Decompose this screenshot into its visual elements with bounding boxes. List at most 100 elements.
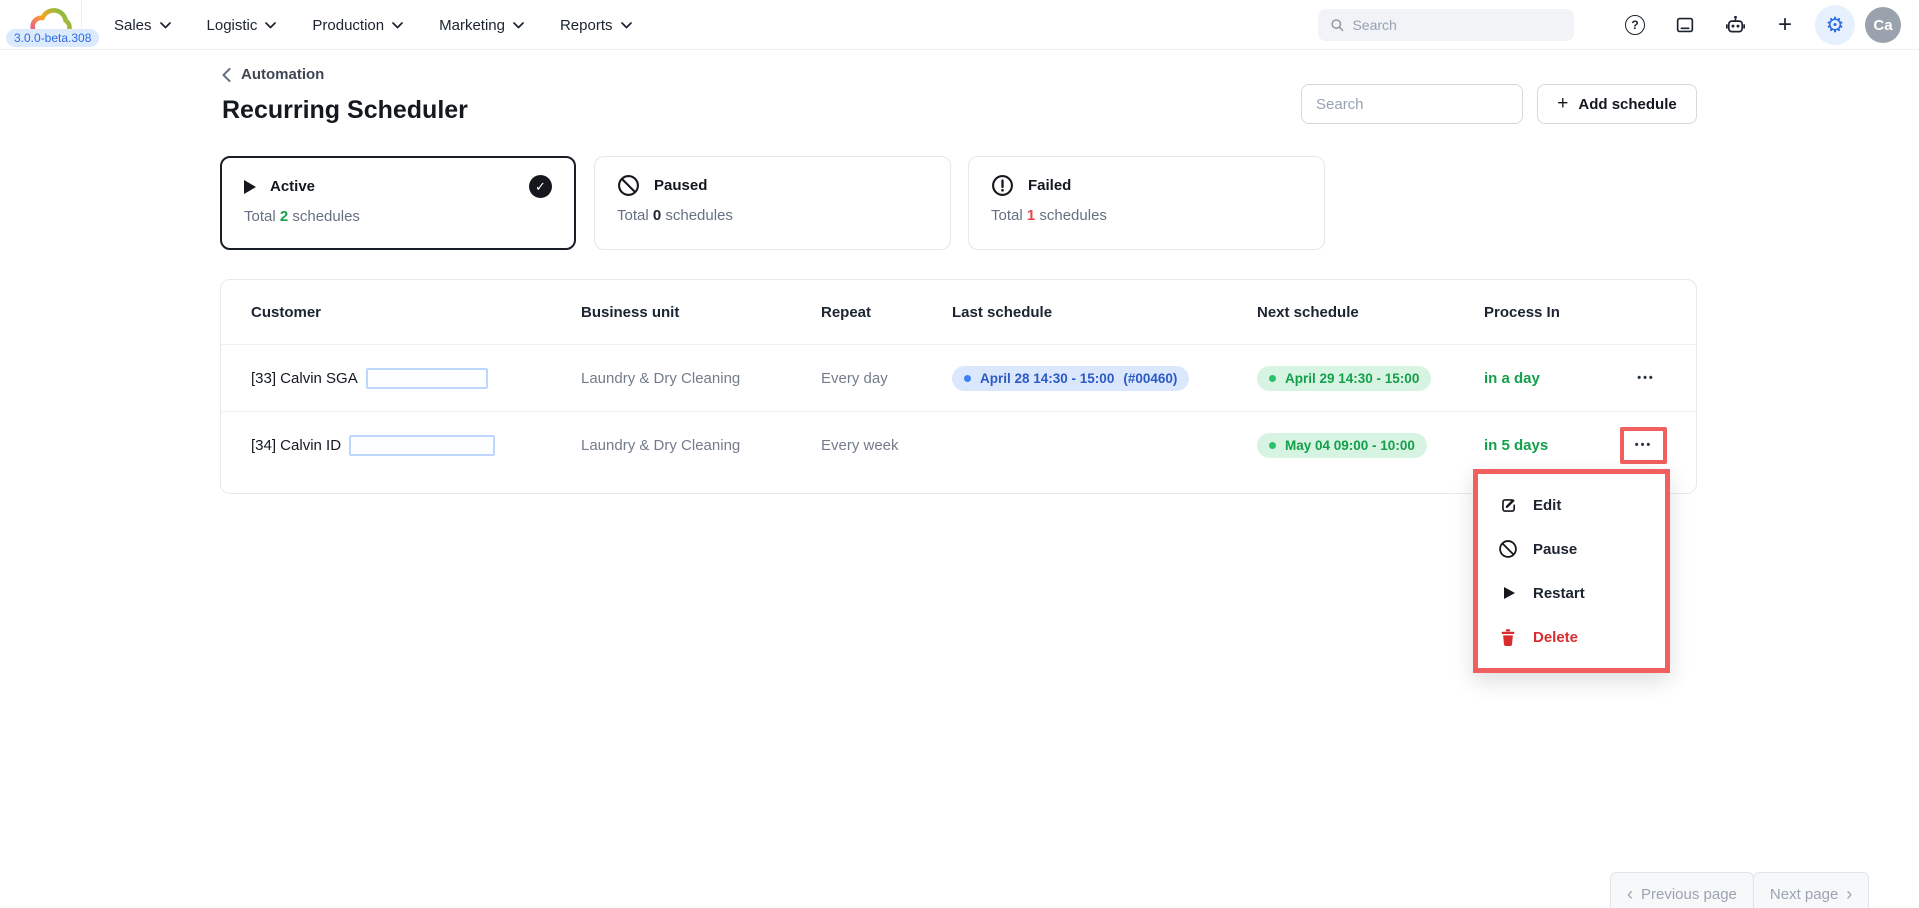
schedules-table: Customer Business unit Repeat Last sched… bbox=[220, 279, 1697, 494]
breadcrumb[interactable]: Automation bbox=[222, 66, 324, 83]
nav-item-label: Sales bbox=[114, 16, 152, 34]
green-dot-icon bbox=[1269, 374, 1276, 382]
next-schedule-cell: April 29 14:30 - 15:00 bbox=[1257, 365, 1484, 391]
row-actions-button[interactable]: ••• bbox=[1626, 431, 1662, 459]
business-unit-cell: Laundry & Dry Cleaning bbox=[581, 369, 741, 387]
repeat-cell: Every day bbox=[821, 369, 888, 387]
menu-item-delete[interactable]: Delete bbox=[1478, 615, 1665, 659]
green-dot-icon bbox=[1269, 441, 1276, 449]
help-button[interactable]: ? bbox=[1615, 5, 1655, 45]
menu-item-pause[interactable]: Pause bbox=[1478, 527, 1665, 571]
customer-cell: [34] Calvin ID bbox=[251, 434, 581, 456]
last-schedule-time: April 28 14:30 - 15:00 bbox=[980, 370, 1115, 386]
chevron-down-icon bbox=[513, 21, 524, 28]
customer-name: [33] Calvin SGA bbox=[251, 369, 358, 387]
nav-item-label: Production bbox=[312, 16, 385, 34]
status-card-paused[interactable]: Paused Total 0 schedules bbox=[594, 156, 951, 250]
nav-item-sales[interactable]: Sales bbox=[100, 11, 185, 40]
repeat-cell: Every week bbox=[821, 436, 899, 454]
edit-icon bbox=[1498, 495, 1518, 515]
menu-item-restart[interactable]: Restart bbox=[1478, 571, 1665, 615]
topbar-actions: ? + ⚙ Ca bbox=[1615, 0, 1901, 50]
table-row: [34] Calvin ID Laundry & Dry Cleaning Ev… bbox=[221, 411, 1696, 478]
annotation-highlight-box: ••• bbox=[1620, 426, 1667, 464]
assistant-button[interactable] bbox=[1715, 5, 1755, 45]
last-schedule-ref: (#00460) bbox=[1123, 370, 1178, 386]
col-last-schedule: Last schedule bbox=[952, 303, 1053, 321]
add-schedule-button[interactable]: + Add schedule bbox=[1537, 84, 1697, 124]
status-card-total: Total 2 schedules bbox=[244, 208, 360, 225]
app-screen: 3.0.0-beta.308 Sales Logistic Production… bbox=[0, 0, 1919, 908]
main-nav: Sales Logistic Production Marketing Repo… bbox=[100, 0, 646, 50]
version-badge: 3.0.0-beta.308 bbox=[6, 29, 100, 47]
status-card-failed[interactable]: Failed Total 1 schedules bbox=[968, 156, 1325, 250]
chevron-down-icon bbox=[265, 21, 277, 28]
last-schedule-badge[interactable]: April 28 14:30 - 15:00 (#00460) bbox=[952, 365, 1190, 391]
user-avatar[interactable]: Ca bbox=[1865, 7, 1901, 43]
next-page-label: Next page bbox=[1769, 885, 1839, 903]
quick-add-button[interactable]: + bbox=[1765, 5, 1805, 45]
settings-button[interactable]: ⚙ bbox=[1815, 5, 1855, 45]
check-circle-icon: ✓ bbox=[529, 175, 552, 198]
previous-page-button[interactable]: ‹ Previous page bbox=[1610, 872, 1754, 908]
chevron-down-icon bbox=[159, 21, 171, 28]
col-customer: Customer bbox=[251, 303, 322, 321]
global-search[interactable] bbox=[1318, 9, 1574, 41]
nav-item-label: Logistic bbox=[206, 16, 258, 34]
trash-icon bbox=[1498, 627, 1518, 647]
process-in-cell: in 5 days bbox=[1484, 436, 1549, 454]
menu-item-label: Restart bbox=[1533, 584, 1585, 602]
next-schedule-cell: May 04 09:00 - 10:00 bbox=[1257, 432, 1484, 458]
status-card-label: Failed bbox=[1028, 177, 1072, 194]
previous-page-label: Previous page bbox=[1641, 885, 1737, 903]
business-unit-cell: Laundry & Dry Cleaning bbox=[581, 436, 741, 454]
restart-play-icon bbox=[1498, 583, 1518, 603]
top-navigation-bar: 3.0.0-beta.308 Sales Logistic Production… bbox=[0, 0, 1919, 50]
plus-icon: + bbox=[1777, 11, 1792, 38]
chevron-down-icon bbox=[392, 21, 403, 28]
schedule-search-input[interactable] bbox=[1316, 95, 1508, 113]
menu-item-label: Pause bbox=[1533, 540, 1578, 558]
nav-item-reports[interactable]: Reports bbox=[546, 11, 646, 40]
chevron-left-icon: ‹ bbox=[1627, 884, 1633, 904]
menu-item-label: Delete bbox=[1533, 628, 1579, 646]
redacted-field bbox=[349, 434, 496, 456]
help-icon: ? bbox=[1625, 15, 1645, 35]
chevron-right-icon: › bbox=[1846, 884, 1853, 904]
nav-item-marketing[interactable]: Marketing bbox=[425, 11, 538, 40]
pause-prohibited-icon bbox=[1498, 539, 1518, 559]
device-button[interactable] bbox=[1665, 5, 1705, 45]
schedule-search[interactable] bbox=[1301, 84, 1523, 124]
next-schedule-badge: April 29 14:30 - 15:00 bbox=[1257, 365, 1432, 391]
next-schedule-badge: May 04 09:00 - 10:00 bbox=[1257, 432, 1427, 458]
play-icon bbox=[244, 179, 256, 194]
process-in-cell: in a day bbox=[1484, 369, 1540, 387]
status-card-active[interactable]: Active ✓ Total 2 schedules bbox=[220, 156, 576, 250]
col-repeat: Repeat bbox=[821, 303, 872, 321]
next-page-button[interactable]: Next page › bbox=[1752, 872, 1870, 908]
row-actions-button[interactable]: ••• bbox=[1628, 364, 1664, 392]
nav-item-logistic[interactable]: Logistic bbox=[193, 11, 291, 40]
pagination: ‹ Previous page Next page › bbox=[1610, 872, 1870, 908]
paused-count: 0 bbox=[652, 207, 662, 224]
prohibited-icon bbox=[618, 175, 639, 196]
global-search-input[interactable] bbox=[1352, 17, 1562, 33]
status-card-label: Active bbox=[270, 178, 316, 195]
last-schedule-cell: April 28 14:30 - 15:00 (#00460) bbox=[952, 365, 1257, 391]
page-title: Recurring Scheduler bbox=[222, 96, 468, 124]
redacted-field bbox=[365, 367, 488, 389]
breadcrumb-label: Automation bbox=[241, 66, 325, 83]
status-card-total: Total 1 schedules bbox=[991, 207, 1107, 224]
alert-circle-icon bbox=[992, 175, 1013, 196]
col-process-in: Process In bbox=[1484, 303, 1560, 321]
nav-item-label: Reports bbox=[559, 16, 613, 34]
col-next-schedule: Next schedule bbox=[1257, 303, 1359, 321]
menu-item-edit[interactable]: Edit bbox=[1478, 483, 1665, 527]
next-schedule-time: May 04 09:00 - 10:00 bbox=[1285, 437, 1415, 453]
plus-icon: + bbox=[1557, 93, 1569, 114]
failed-count: 1 bbox=[1026, 207, 1036, 224]
blue-dot-icon bbox=[964, 374, 971, 382]
col-business-unit: Business unit bbox=[581, 303, 680, 321]
customer-cell: [33] Calvin SGA bbox=[251, 367, 581, 389]
nav-item-production[interactable]: Production bbox=[298, 11, 417, 40]
